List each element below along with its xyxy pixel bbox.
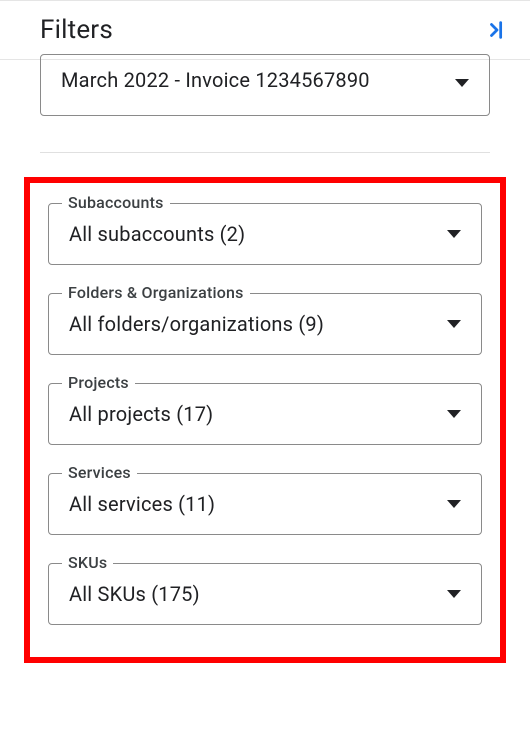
caret-down-icon [447, 230, 461, 238]
subaccounts-dropdown[interactable]: All subaccounts (2) [48, 203, 482, 265]
filters-header: Filters [0, 0, 530, 60]
services-value: All services (11) [69, 492, 215, 516]
section-divider [40, 152, 490, 153]
folders-orgs-dropdown[interactable]: All folders/organizations (9) [48, 293, 482, 355]
services-field: Services All services (11) [48, 473, 482, 535]
highlighted-filters-group: Subaccounts All subaccounts (2) Folders … [24, 177, 506, 663]
caret-down-icon [447, 590, 461, 598]
skus-dropdown[interactable]: All SKUs (175) [48, 563, 482, 625]
services-dropdown[interactable]: All services (11) [48, 473, 482, 535]
projects-value: All projects (17) [69, 402, 213, 426]
projects-field: Projects All projects (17) [48, 383, 482, 445]
subaccounts-label: Subaccounts [62, 193, 170, 212]
invoice-dropdown[interactable]: March 2022 - Invoice 1234567890 [40, 54, 490, 116]
page-title: Filters [40, 15, 113, 45]
subaccounts-field: Subaccounts All subaccounts (2) [48, 203, 482, 265]
folders-orgs-label: Folders & Organizations [62, 283, 250, 302]
projects-dropdown[interactable]: All projects (17) [48, 383, 482, 445]
skus-value: All SKUs (175) [69, 582, 200, 606]
skus-field: SKUs All SKUs (175) [48, 563, 482, 625]
folders-orgs-value: All folders/organizations (9) [69, 312, 324, 336]
filters-content: March 2022 - Invoice 1234567890 Subaccou… [0, 60, 530, 663]
skus-label: SKUs [62, 553, 113, 572]
collapse-panel-icon[interactable] [486, 19, 508, 41]
subaccounts-value: All subaccounts (2) [69, 222, 245, 246]
caret-down-icon [447, 500, 461, 508]
projects-label: Projects [62, 373, 135, 392]
caret-down-icon [455, 79, 469, 87]
invoice-value: March 2022 - Invoice 1234567890 [61, 68, 370, 92]
caret-down-icon [447, 410, 461, 418]
caret-down-icon [447, 320, 461, 328]
folders-orgs-field: Folders & Organizations All folders/orga… [48, 293, 482, 355]
services-label: Services [62, 463, 137, 482]
